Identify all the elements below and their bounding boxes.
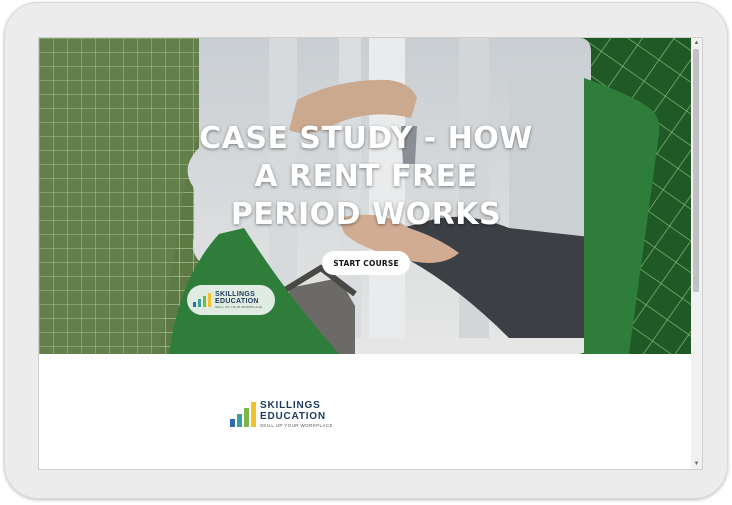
hero-banner: CASE STUDY - HOW A RENT FREE PERIOD WORK… xyxy=(39,38,692,354)
course-title: CASE STUDY - HOW A RENT FREE PERIOD WORK… xyxy=(199,121,533,232)
footer-logo: SKILLINGS EDUCATION SKILL UP YOUR WORKPL… xyxy=(230,399,333,429)
vertical-scrollbar[interactable]: ▲ ▼ xyxy=(691,38,702,469)
footer-logo-tagline: SKILL UP YOUR WORKPLACE xyxy=(260,422,333,428)
hero-logo-brand: SKILLINGS EDUCATION xyxy=(215,291,259,305)
tablet-frame: CASE STUDY - HOW A RENT FREE PERIOD WORK… xyxy=(4,2,728,499)
footer-logo-brand-line2: EDUCATION xyxy=(260,410,326,422)
hero-logo-tagline: SKILL UP YOUR WORKPLACE xyxy=(215,305,263,309)
hero-logo: SKILLINGS EDUCATION SKILL UP YOUR WORKPL… xyxy=(187,285,275,315)
start-course-button[interactable]: START COURSE xyxy=(322,251,410,275)
bar-chart-logo-icon xyxy=(193,293,211,307)
scroll-up-arrow-icon[interactable]: ▲ xyxy=(691,38,702,48)
bar-chart-logo-icon xyxy=(230,401,256,427)
course-screen: CASE STUDY - HOW A RENT FREE PERIOD WORK… xyxy=(38,37,703,470)
scroll-down-arrow-icon[interactable]: ▼ xyxy=(691,459,702,469)
scrollbar-thumb[interactable] xyxy=(693,49,699,292)
footer-logo-brand-line1: SKILLINGS xyxy=(260,399,321,411)
